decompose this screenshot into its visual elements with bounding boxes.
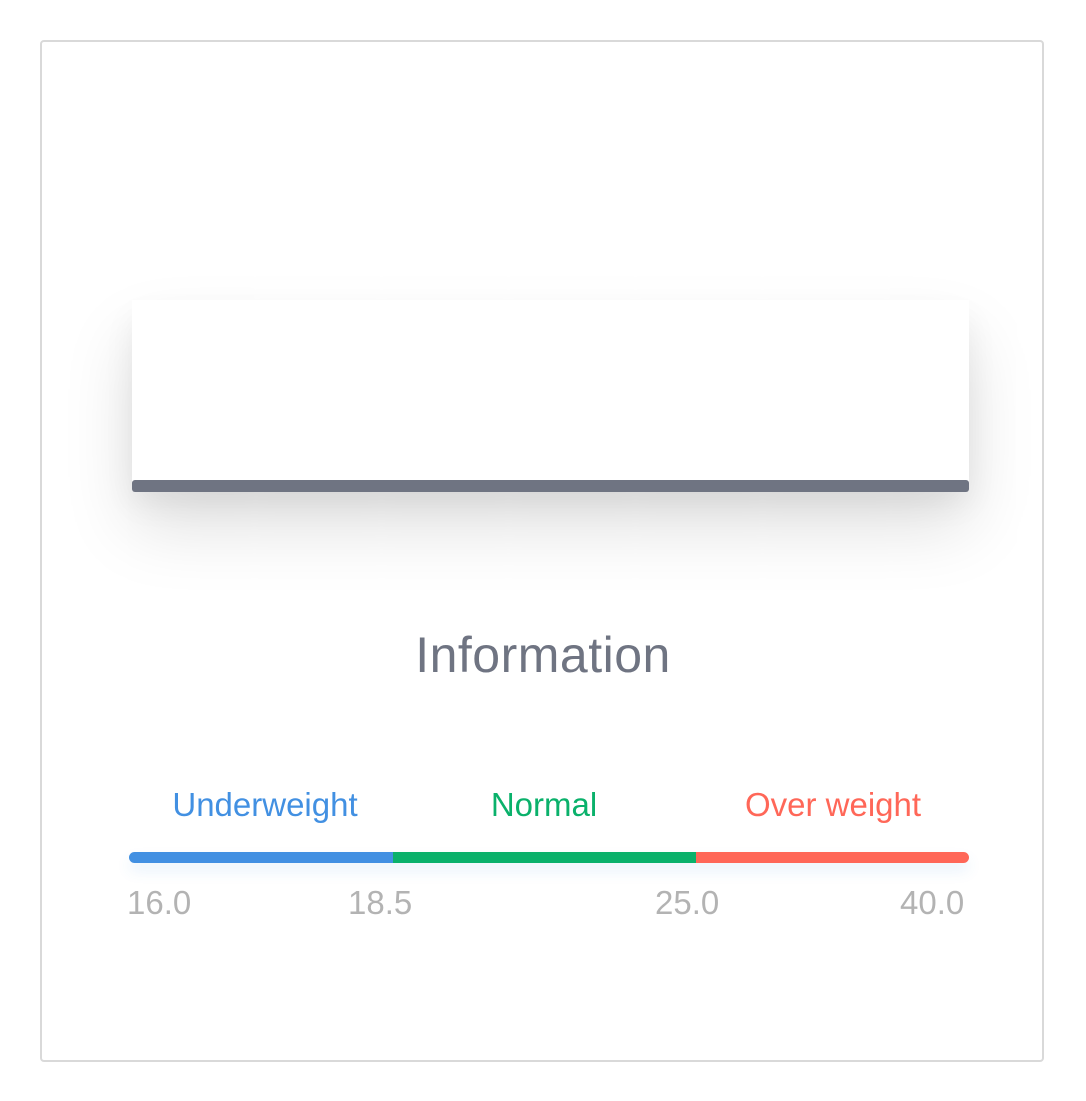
scale-segment-normal bbox=[393, 852, 696, 863]
scale-segment-overweight bbox=[696, 852, 969, 863]
result-panel bbox=[132, 300, 969, 486]
information-title: Information bbox=[415, 627, 671, 683]
category-label-normal: Normal bbox=[490, 786, 598, 823]
scale-tick-25: 25.0 bbox=[655, 884, 720, 921]
scale-segment-underweight bbox=[129, 852, 393, 863]
result-panel-bar bbox=[132, 480, 969, 492]
scale-tick-16: 16.0 bbox=[127, 884, 192, 921]
scale-tick-18-5: 18.5 bbox=[348, 884, 413, 921]
category-label-underweight: Underweight bbox=[172, 786, 358, 823]
bmi-scale-bar bbox=[129, 852, 969, 863]
scale-tick-40: 40.0 bbox=[900, 884, 965, 921]
category-label-overweight: Over weight bbox=[744, 786, 922, 823]
